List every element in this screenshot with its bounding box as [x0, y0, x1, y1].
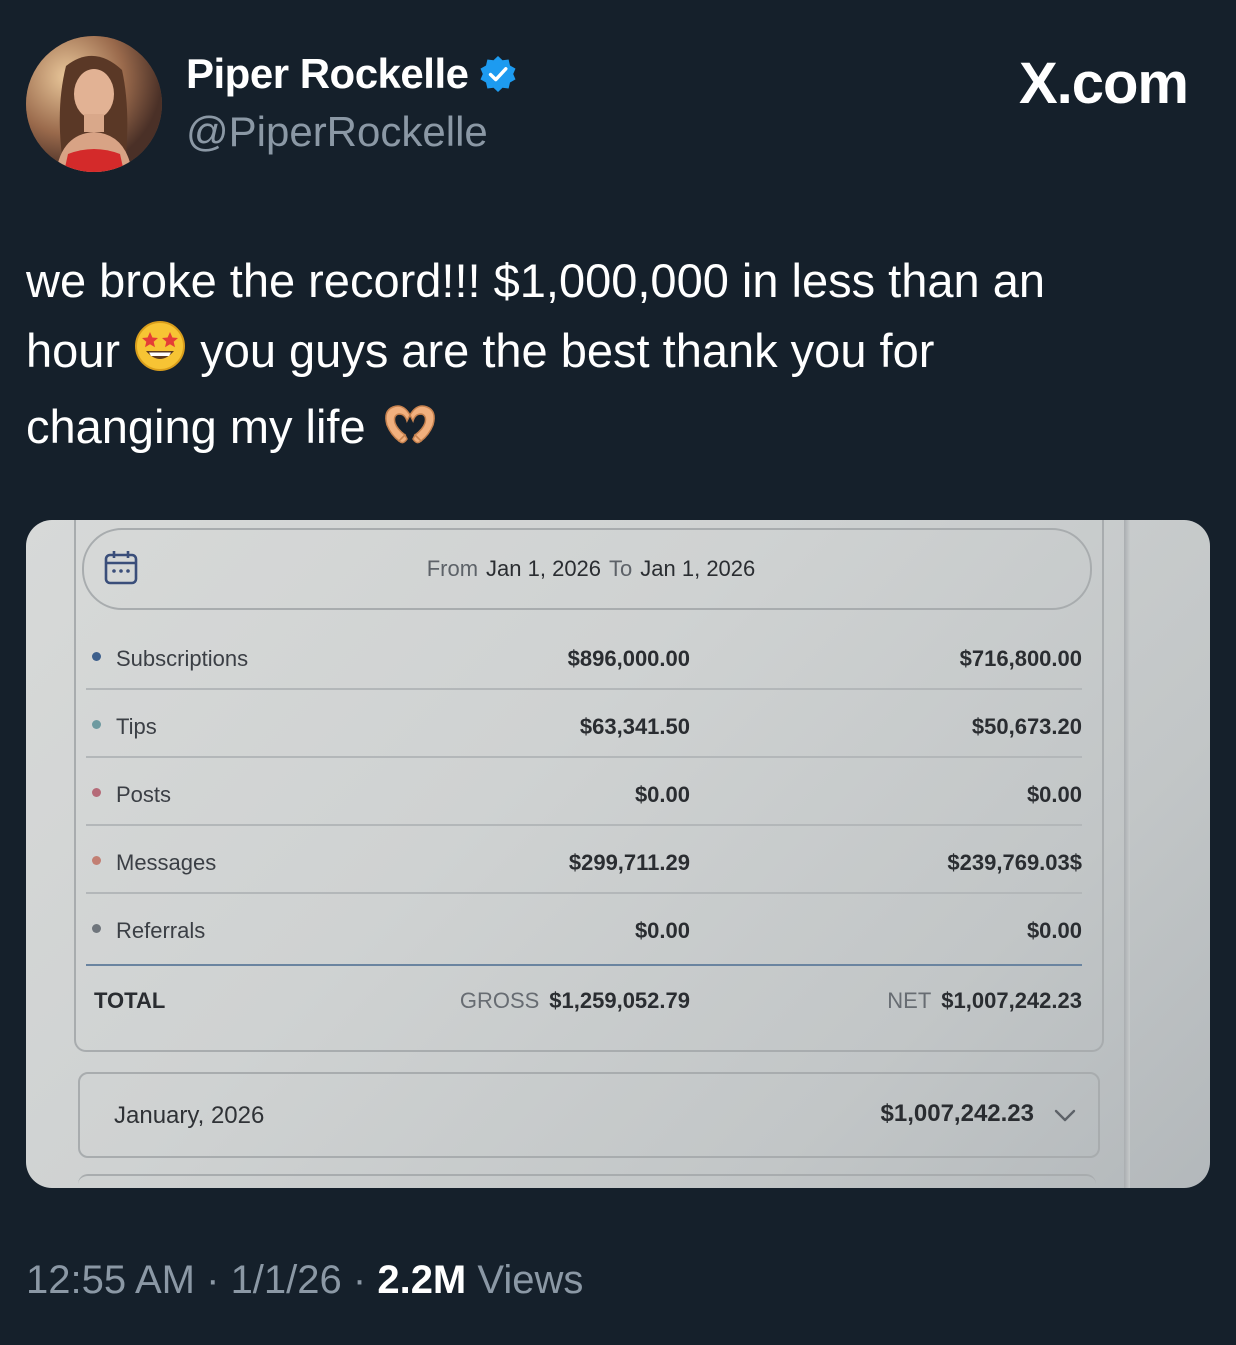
row-dot	[92, 720, 101, 729]
row-label: Referrals	[116, 918, 206, 943]
calendar-icon[interactable]	[104, 550, 138, 592]
views-count[interactable]: 2.2M	[377, 1258, 466, 1302]
net-tag: NET	[887, 988, 932, 1013]
row-gross: $0.00	[634, 918, 690, 943]
total-net: NET $1,007,242.23	[887, 988, 1082, 1014]
author-name-row[interactable]: Piper Rockelle	[186, 50, 518, 98]
chevron-down-icon[interactable]	[1054, 1102, 1076, 1130]
tweet-fragment: you guys are the best thank you for	[200, 324, 935, 377]
meta-separator: ·	[195, 1258, 231, 1302]
tweet-date[interactable]: 1/1/26	[231, 1258, 342, 1302]
avatar[interactable]	[26, 36, 162, 172]
from-date[interactable]: Jan 1, 2026	[486, 556, 601, 582]
row-net: $239,769.03$	[947, 850, 1082, 875]
row-gross: $63,341.50	[579, 714, 690, 739]
earnings-row-tips: Tips $63,341.50 $50,673.20	[86, 690, 1082, 758]
row-gross: $896,000.00	[567, 646, 690, 671]
x-com-watermark: X.com	[1018, 51, 1189, 116]
tweet-time[interactable]: 12:55 AM	[26, 1258, 195, 1302]
tweet-fragment: changing my life	[26, 400, 366, 453]
net-amount: $1,007,242.23	[941, 988, 1082, 1013]
attached-photo[interactable]: From Jan 1, 2026 To Jan 1, 2026 Subscrip…	[26, 520, 1210, 1188]
gross-tag: GROSS	[459, 988, 540, 1013]
month-amount: $1,007,242.23	[880, 1100, 1034, 1127]
screen-bezel	[1124, 520, 1130, 1188]
tweet-line: changing my life	[26, 392, 1206, 468]
row-label: Posts	[116, 782, 172, 807]
author-display-name[interactable]: Piper Rockelle	[186, 50, 469, 98]
earnings-row-messages: Messages $299,711.29 $239,769.03$	[86, 826, 1082, 894]
row-net: $0.00	[1026, 918, 1082, 943]
to-date[interactable]: Jan 1, 2026	[640, 556, 755, 582]
heart-hands-emoji-icon	[379, 398, 441, 468]
views-label: Views	[466, 1258, 584, 1302]
month-summary-accordion[interactable]: January, 2026 $1,007,242.23	[78, 1072, 1100, 1158]
gross-amount: $1,259,052.79	[549, 988, 690, 1013]
date-range-picker[interactable]: From Jan 1, 2026 To Jan 1, 2026	[82, 528, 1092, 610]
earnings-row-posts: Posts $0.00 $0.00	[86, 758, 1082, 826]
meta-separator: ·	[341, 1258, 378, 1302]
tweet-line: we broke the record!!! $1,000,000 in les…	[26, 254, 1045, 307]
tweet-meta: 12:55 AM · 1/1/26 · 2.2M Views	[26, 1258, 583, 1303]
row-label: Tips	[116, 714, 157, 739]
to-label: To	[609, 556, 633, 581]
row-net: $0.00	[1026, 782, 1082, 807]
row-dot	[92, 924, 101, 933]
author-handle[interactable]: @PiperRockelle	[186, 108, 488, 156]
star-struck-emoji-icon	[133, 319, 187, 392]
earnings-table: Subscriptions $896,000.00 $716,800.00 Ti…	[86, 622, 1082, 960]
row-net: $716,800.00	[959, 646, 1082, 671]
row-net: $50,673.20	[971, 714, 1082, 739]
row-label: Subscriptions	[116, 646, 249, 671]
row-dot	[92, 652, 101, 661]
earnings-row-subscriptions: Subscriptions $896,000.00 $716,800.00	[86, 622, 1082, 690]
total-gross: GROSS $1,259,052.79	[460, 988, 690, 1014]
row-dot	[92, 788, 101, 797]
earnings-total-row: TOTAL GROSS $1,259,052.79 NET $1,007,242.2…	[86, 964, 1082, 1026]
from-label: From	[426, 556, 479, 581]
tweet-line: hour you guys are the best thank you for	[26, 316, 1206, 392]
tweet-text: we broke the record!!! $1,000,000 in les…	[26, 246, 1206, 468]
month-label: January, 2026	[114, 1102, 265, 1129]
earnings-row-referrals: Referrals $0.00 $0.00	[86, 894, 1082, 960]
tweet-fragment: hour	[26, 324, 121, 377]
verified-badge-icon	[478, 54, 518, 94]
row-gross: $299,711.29	[568, 850, 690, 875]
next-month-card[interactable]	[78, 1174, 1096, 1188]
total-label: TOTAL	[94, 988, 166, 1013]
row-gross: $0.00	[634, 782, 690, 807]
row-dot	[92, 856, 101, 865]
row-label: Messages	[116, 850, 217, 875]
